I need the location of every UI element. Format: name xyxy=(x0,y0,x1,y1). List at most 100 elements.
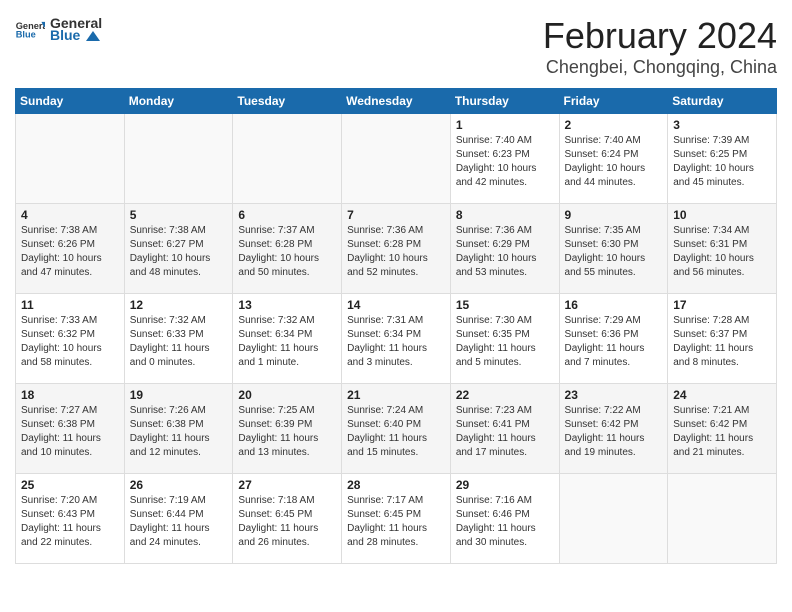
calendar-table: SundayMondayTuesdayWednesdayThursdayFrid… xyxy=(15,88,777,564)
day-number: 22 xyxy=(456,388,554,402)
day-header-monday: Monday xyxy=(124,89,233,114)
calendar-cell: 11 Sunrise: 7:33 AM Sunset: 6:32 PM Dayli… xyxy=(16,294,125,384)
day-info: Sunrise: 7:32 AM Sunset: 6:33 PM Dayligh… xyxy=(130,314,228,370)
calendar-cell xyxy=(559,474,668,564)
day-number: 12 xyxy=(130,298,228,312)
day-info: Sunrise: 7:31 AM Sunset: 6:34 PM Dayligh… xyxy=(347,314,445,370)
day-number: 13 xyxy=(238,298,336,312)
calendar-cell: 3 Sunrise: 7:39 AM Sunset: 6:25 PM Daylig… xyxy=(668,114,777,204)
calendar-cell: 26Sunrise: 7:19 AM Sunset: 6:44 PM Dayli… xyxy=(124,474,233,564)
calendar-cell: 10Sunrise: 7:34 AM Sunset: 6:31 PM Dayli… xyxy=(668,204,777,294)
calendar-cell: 7Sunrise: 7:36 AM Sunset: 6:28 PM Daylig… xyxy=(342,204,451,294)
calendar-cell: 5 Sunrise: 7:38 AM Sunset: 6:27 PM Daylig… xyxy=(124,204,233,294)
day-info: Sunrise: 7:21 AM Sunset: 6:42 PM Dayligh… xyxy=(673,404,771,460)
day-number: 28 xyxy=(347,478,445,492)
calendar-cell: 6 Sunrise: 7:37 AM Sunset: 6:28 PM Daylig… xyxy=(233,204,342,294)
day-info: Sunrise: 7:35 AM Sunset: 6:30 PM Dayligh… xyxy=(565,224,663,280)
day-number: 2 xyxy=(565,118,663,132)
calendar-cell: 2Sunrise: 7:40 AM Sunset: 6:24 PM Daylig… xyxy=(559,114,668,204)
day-number: 10 xyxy=(673,208,771,222)
day-info: Sunrise: 7:25 AM Sunset: 6:39 PM Dayligh… xyxy=(238,404,336,460)
day-number: 29 xyxy=(456,478,554,492)
calendar-cell: 13 Sunrise: 7:32 AM Sunset: 6:34 PM Dayli… xyxy=(233,294,342,384)
day-header-wednesday: Wednesday xyxy=(342,89,451,114)
month-title: February 2024 xyxy=(543,15,777,57)
calendar-cell: 14 Sunrise: 7:31 AM Sunset: 6:34 PM Dayli… xyxy=(342,294,451,384)
day-number: 16 xyxy=(565,298,663,312)
calendar-cell: 15 Sunrise: 7:30 AM Sunset: 6:35 PM Dayli… xyxy=(450,294,559,384)
day-number: 17 xyxy=(673,298,771,312)
day-number: 24 xyxy=(673,388,771,402)
calendar-week-3: 11 Sunrise: 7:33 AM Sunset: 6:32 PM Dayli… xyxy=(16,294,777,384)
day-info: Sunrise: 7:36 AM Sunset: 6:28 PM Dayligh… xyxy=(347,224,445,280)
day-number: 4 xyxy=(21,208,119,222)
title-area: February 2024 Chengbei, Chongqing, China xyxy=(543,15,777,78)
day-number: 21 xyxy=(347,388,445,402)
svg-text:Blue: Blue xyxy=(16,30,36,39)
day-info: Sunrise: 7:40 AM Sunset: 6:23 PM Dayligh… xyxy=(456,134,554,190)
day-number: 15 xyxy=(456,298,554,312)
calendar-cell: 9Sunrise: 7:35 AM Sunset: 6:30 PM Daylig… xyxy=(559,204,668,294)
day-info: Sunrise: 7:29 AM Sunset: 6:36 PM Dayligh… xyxy=(565,314,663,370)
day-info: Sunrise: 7:26 AM Sunset: 6:38 PM Dayligh… xyxy=(130,404,228,460)
calendar-cell: 1 Sunrise: 7:40 AM Sunset: 6:23 PM Daylig… xyxy=(450,114,559,204)
calendar-header-row: SundayMondayTuesdayWednesdayThursdayFrid… xyxy=(16,89,777,114)
calendar-cell: 19 Sunrise: 7:26 AM Sunset: 6:38 PM Dayli… xyxy=(124,384,233,474)
calendar-cell: 20 Sunrise: 7:25 AM Sunset: 6:39 PM Dayli… xyxy=(233,384,342,474)
day-info: Sunrise: 7:39 AM Sunset: 6:25 PM Dayligh… xyxy=(673,134,771,190)
day-info: Sunrise: 7:16 AM Sunset: 6:46 PM Dayligh… xyxy=(456,494,554,550)
day-header-saturday: Saturday xyxy=(668,89,777,114)
day-number: 3 xyxy=(673,118,771,132)
calendar-week-1: 1 Sunrise: 7:40 AM Sunset: 6:23 PM Daylig… xyxy=(16,114,777,204)
calendar-cell: 24 Sunrise: 7:21 AM Sunset: 6:42 PM Dayli… xyxy=(668,384,777,474)
day-info: Sunrise: 7:27 AM Sunset: 6:38 PM Dayligh… xyxy=(21,404,119,460)
day-info: Sunrise: 7:38 AM Sunset: 6:26 PM Dayligh… xyxy=(21,224,119,280)
day-number: 25 xyxy=(21,478,119,492)
day-info: Sunrise: 7:32 AM Sunset: 6:34 PM Dayligh… xyxy=(238,314,336,370)
day-number: 1 xyxy=(456,118,554,132)
calendar-cell xyxy=(233,114,342,204)
day-info: Sunrise: 7:28 AM Sunset: 6:37 PM Dayligh… xyxy=(673,314,771,370)
calendar-cell xyxy=(16,114,125,204)
day-number: 19 xyxy=(130,388,228,402)
calendar-cell xyxy=(124,114,233,204)
day-number: 11 xyxy=(21,298,119,312)
day-number: 23 xyxy=(565,388,663,402)
day-info: Sunrise: 7:37 AM Sunset: 6:28 PM Dayligh… xyxy=(238,224,336,280)
calendar-cell: 17 Sunrise: 7:28 AM Sunset: 6:37 PM Dayli… xyxy=(668,294,777,384)
day-info: Sunrise: 7:20 AM Sunset: 6:43 PM Dayligh… xyxy=(21,494,119,550)
logo-icon: General Blue xyxy=(15,19,45,39)
calendar-cell: 25 Sunrise: 7:20 AM Sunset: 6:43 PM Dayli… xyxy=(16,474,125,564)
day-number: 20 xyxy=(238,388,336,402)
calendar-cell: 16 Sunrise: 7:29 AM Sunset: 6:36 PM Dayli… xyxy=(559,294,668,384)
calendar-cell: 29 Sunrise: 7:16 AM Sunset: 6:46 PM Dayli… xyxy=(450,474,559,564)
calendar-week-4: 18 Sunrise: 7:27 AM Sunset: 6:38 PM Dayli… xyxy=(16,384,777,474)
day-number: 18 xyxy=(21,388,119,402)
day-info: Sunrise: 7:19 AM Sunset: 6:44 PM Dayligh… xyxy=(130,494,228,550)
day-info: Sunrise: 7:36 AM Sunset: 6:29 PM Dayligh… xyxy=(456,224,554,280)
logo-blue: Blue xyxy=(50,27,102,43)
calendar-cell: 22 Sunrise: 7:23 AM Sunset: 6:41 PM Dayli… xyxy=(450,384,559,474)
day-info: Sunrise: 7:22 AM Sunset: 6:42 PM Dayligh… xyxy=(565,404,663,460)
day-number: 6 xyxy=(238,208,336,222)
day-info: Sunrise: 7:38 AM Sunset: 6:27 PM Dayligh… xyxy=(130,224,228,280)
day-header-tuesday: Tuesday xyxy=(233,89,342,114)
calendar-week-2: 4 Sunrise: 7:38 AM Sunset: 6:26 PM Daylig… xyxy=(16,204,777,294)
calendar-cell: 23 Sunrise: 7:22 AM Sunset: 6:42 PM Dayli… xyxy=(559,384,668,474)
day-number: 27 xyxy=(238,478,336,492)
location-title: Chengbei, Chongqing, China xyxy=(543,57,777,78)
calendar-cell: 21Sunrise: 7:24 AM Sunset: 6:40 PM Dayli… xyxy=(342,384,451,474)
day-info: Sunrise: 7:17 AM Sunset: 6:45 PM Dayligh… xyxy=(347,494,445,550)
day-number: 5 xyxy=(130,208,228,222)
day-info: Sunrise: 7:23 AM Sunset: 6:41 PM Dayligh… xyxy=(456,404,554,460)
day-number: 14 xyxy=(347,298,445,312)
day-info: Sunrise: 7:30 AM Sunset: 6:35 PM Dayligh… xyxy=(456,314,554,370)
day-header-friday: Friday xyxy=(559,89,668,114)
calendar-cell: 28 Sunrise: 7:17 AM Sunset: 6:45 PM Dayli… xyxy=(342,474,451,564)
calendar-week-5: 25 Sunrise: 7:20 AM Sunset: 6:43 PM Dayli… xyxy=(16,474,777,564)
calendar-cell: 27Sunrise: 7:18 AM Sunset: 6:45 PM Dayli… xyxy=(233,474,342,564)
header: General Blue General Blue February 2024 … xyxy=(15,15,777,78)
day-number: 8 xyxy=(456,208,554,222)
day-info: Sunrise: 7:33 AM Sunset: 6:32 PM Dayligh… xyxy=(21,314,119,370)
calendar-cell: 8 Sunrise: 7:36 AM Sunset: 6:29 PM Daylig… xyxy=(450,204,559,294)
